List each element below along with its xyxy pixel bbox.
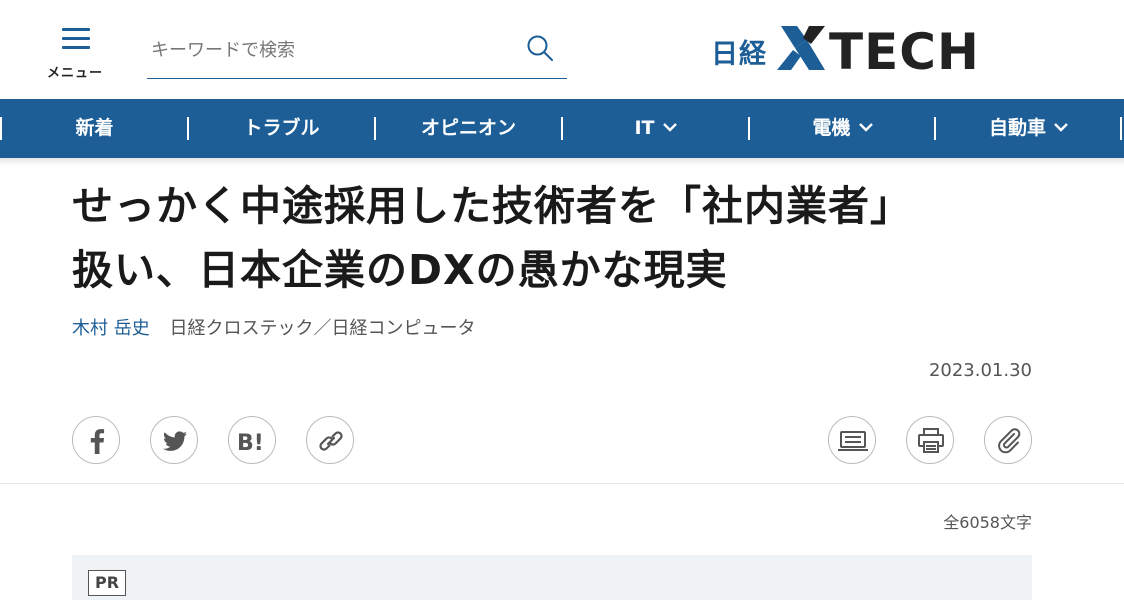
nav-separator [1120,117,1122,140]
text-view-button[interactable] [828,416,876,464]
publish-date: 2023.01.30 [928,360,1032,381]
character-count: 全6058文字 [943,513,1032,532]
hamburger-icon [62,28,90,50]
category-nav: 新着 トラブル オピニオン IT 電機 自動車 [0,99,1124,158]
byline: 木村 岳史 日経クロステック／日経コンピュータ [72,314,475,340]
search-bar [147,27,567,79]
logo-prefix: 日経 [711,39,767,70]
nav-item-trouble[interactable]: トラブル [189,99,374,158]
nav-item-electronics[interactable]: 電機 [750,99,935,158]
title-line-1: せっかく中途採用した技術者を「社内業者」 [72,182,912,230]
copy-link-button[interactable] [306,416,354,464]
chevron-down-icon [858,123,873,132]
article-title: せっかく中途採用した技術者を「社内業者」 扱い、日本企業のDXの愚かな現実 [72,174,1052,302]
text-view-icon [838,431,868,451]
pr-badge: PR [88,570,127,596]
nav-item-automotive[interactable]: 自動車 [936,99,1121,158]
nav-item-label: 新着 [75,117,114,139]
hatena-bookmark-icon: B! [237,431,264,456]
chevron-down-icon [662,123,677,132]
title-line-2: 扱い、日本企業のDXの愚かな現実 [72,246,728,294]
print-button[interactable] [906,416,954,464]
nav-item-label: オピニオン [420,117,516,139]
search-icon [527,35,553,61]
twitter-icon [163,431,187,451]
print-icon [918,428,944,453]
nav-item-label: IT [634,117,655,139]
hatena-share-button[interactable]: B! [228,416,276,464]
site-header: メニュー 日経 TECH [0,0,1124,99]
nav-item-label: 電機 [812,117,851,139]
nav-item-opinion[interactable]: オピニオン [376,99,561,158]
link-icon [319,431,343,451]
menu-button[interactable]: メニュー [44,26,106,82]
search-button[interactable] [525,33,555,63]
svg-text:TECH: TECH [829,23,980,74]
clip-button[interactable] [984,416,1032,464]
author-link[interactable]: 木村 岳史 [72,318,150,339]
pr-box: PR [72,555,1032,600]
twitter-share-button[interactable] [150,416,198,464]
chevron-down-icon [1054,123,1068,132]
xtech-logo-mark: TECH [777,23,980,74]
section-divider [0,483,1124,484]
nav-shadow [0,158,1124,166]
facebook-share-button[interactable] [72,416,120,464]
nav-item-label: トラブル [243,117,320,139]
clip-icon [998,428,1021,454]
site-logo[interactable]: 日経 TECH [711,22,1011,74]
menu-label: メニュー [46,66,103,81]
nav-item-label: 自動車 [988,117,1046,139]
publication-name: 日経クロステック／日経コンピュータ [169,318,476,339]
facebook-icon [90,429,105,454]
nav-item-it[interactable]: IT [563,99,748,158]
nav-item-new[interactable]: 新着 [2,99,187,158]
svg-text:B!: B! [237,431,264,456]
search-input[interactable] [151,33,511,67]
